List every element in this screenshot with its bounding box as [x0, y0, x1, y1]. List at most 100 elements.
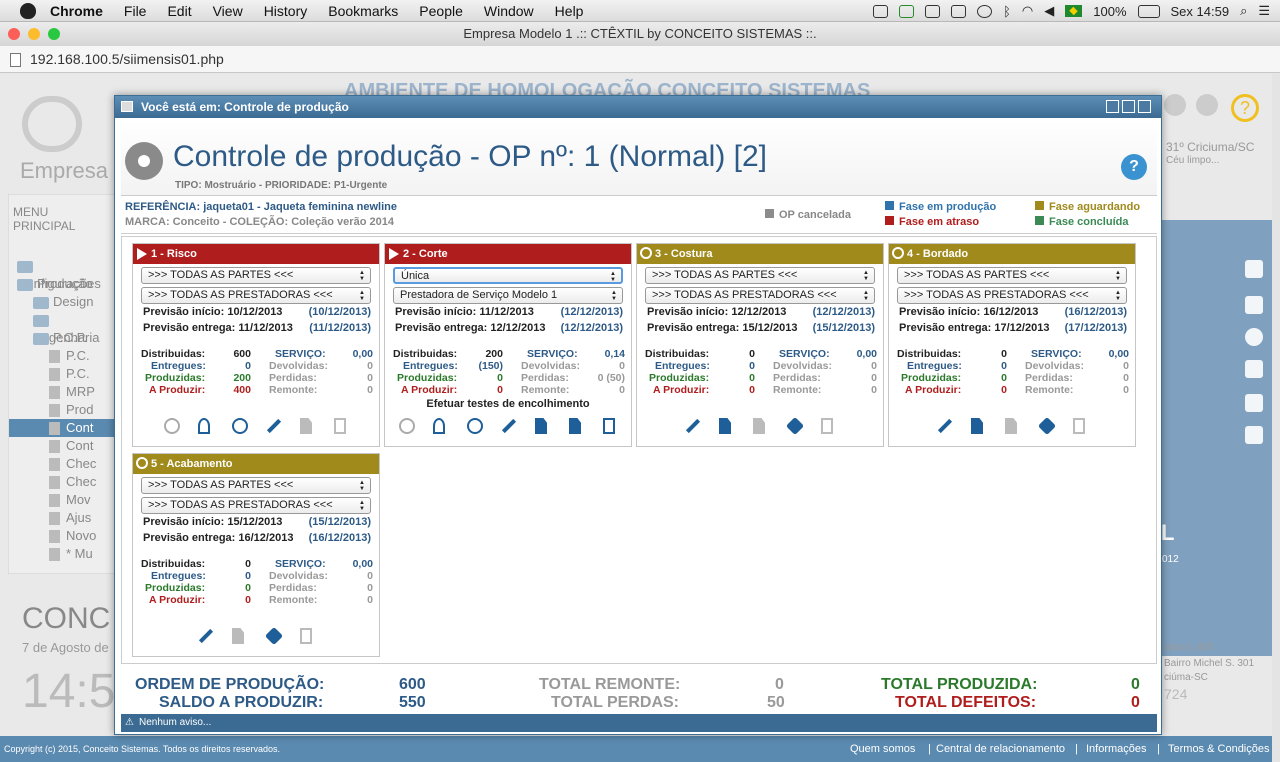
notification-center-icon[interactable]: ☰ — [1258, 3, 1270, 19]
spotlight-icon[interactable]: ⌕ — [1240, 3, 1247, 19]
zoom-window-icon[interactable] — [48, 28, 60, 40]
bell-icon[interactable] — [1245, 426, 1263, 444]
airplay-icon[interactable] — [951, 4, 967, 18]
volume-icon[interactable]: ◀ — [1044, 3, 1054, 19]
providers-select[interactable]: >>> TODAS AS PRESTADORAS <<< ▲ ▼ — [141, 287, 371, 304]
menu-history[interactable]: History — [264, 3, 308, 19]
trash-gray-icon[interactable] — [1073, 418, 1085, 434]
tag-icon[interactable] — [264, 626, 284, 646]
phase-header[interactable]: 1 - Risco — [133, 244, 379, 264]
menu-help[interactable]: Help — [555, 3, 584, 19]
menu-item[interactable]: Engenharia — [9, 311, 115, 345]
document-icon[interactable] — [569, 418, 581, 434]
parts-select[interactable]: Única ▲ ▼ — [393, 267, 623, 284]
menubar-clock[interactable]: Sex 14:59 — [1171, 4, 1230, 19]
tray-icon[interactable] — [899, 4, 915, 18]
url-text[interactable]: 192.168.100.5/siimensis01.php — [30, 51, 224, 67]
menu-item[interactable]: Novo — [9, 527, 115, 545]
footer-link-termos[interactable]: Termos & Condições — [1168, 736, 1270, 762]
document-gray-icon[interactable] — [1005, 418, 1017, 434]
help-question-icon[interactable]: ? — [1231, 94, 1259, 122]
search-icon[interactable] — [232, 418, 248, 434]
globe-icon[interactable] — [164, 418, 180, 434]
menu-item[interactable]: Design — [9, 293, 115, 311]
menu-item[interactable]: P.C. — [9, 365, 115, 383]
document-icon[interactable] — [719, 418, 731, 434]
menu-window[interactable]: Window — [484, 3, 534, 19]
wifi-icon[interactable]: ◠ — [1022, 3, 1033, 19]
trash-gray-icon[interactable] — [300, 628, 312, 644]
footer-link-central[interactable]: Central de relacionamento — [936, 736, 1065, 762]
tag-icon[interactable] — [785, 416, 805, 436]
minimize-window-icon[interactable] — [28, 28, 40, 40]
globe-icon[interactable] — [399, 418, 415, 434]
menu-item[interactable]: Chec — [9, 473, 115, 491]
time-machine-icon[interactable] — [977, 4, 993, 18]
pencil-icon[interactable] — [685, 418, 701, 434]
close-dialog-button[interactable] — [1138, 100, 1151, 113]
save-icon[interactable] — [1196, 94, 1218, 116]
menu-item[interactable]: P.C. — [9, 347, 115, 365]
trash-gray-icon[interactable] — [821, 418, 833, 434]
menu-view[interactable]: View — [213, 3, 243, 19]
close-window-icon[interactable] — [8, 28, 20, 40]
document-gray-icon[interactable] — [232, 628, 244, 644]
providers-select[interactable]: >>> TODAS AS PRESTADORAS <<< ▲ ▼ — [645, 287, 875, 304]
footer-link-quem-somos[interactable]: Quem somos — [850, 736, 915, 762]
menu-item[interactable]: * Mu — [9, 545, 115, 563]
menu-people[interactable]: People — [419, 3, 463, 19]
menu-app[interactable]: Chrome — [50, 3, 103, 19]
brazil-flag-icon[interactable] — [1065, 5, 1083, 17]
menu-item[interactable]: Cont — [9, 419, 115, 437]
menu-item[interactable]: P.C.P. — [9, 329, 115, 347]
pencil-icon[interactable] — [937, 418, 953, 434]
bluetooth-icon[interactable]: ᛒ — [1003, 4, 1011, 19]
maximize-dialog-button[interactable] — [1122, 100, 1135, 113]
help-button[interactable]: ? — [1121, 154, 1147, 180]
menu-file[interactable]: File — [124, 3, 147, 19]
page-scrollbar[interactable] — [1272, 74, 1280, 762]
parts-select[interactable]: >>> TODAS AS PARTES <<< ▲ ▼ — [645, 267, 875, 284]
providers-select[interactable]: >>> TODAS AS PRESTADORAS <<< ▲ ▼ — [897, 287, 1127, 304]
menu-item[interactable]: Configurações — [9, 257, 115, 291]
providers-select[interactable]: >>> TODAS AS PRESTADORAS <<< ▲ ▼ — [141, 497, 371, 514]
footer-link-informacoes[interactable]: Informações — [1086, 736, 1147, 762]
menu-item[interactable]: Mov — [9, 491, 115, 509]
phase-header[interactable]: 5 - Acabamento — [133, 454, 379, 474]
menu-item[interactable]: MRP — [9, 383, 115, 401]
phase-header[interactable]: 2 - Corte — [385, 244, 631, 264]
address-bar[interactable]: 192.168.100.5/siimensis01.php — [0, 46, 1280, 73]
menu-item[interactable]: Produção — [9, 275, 115, 293]
providers-select[interactable]: Prestadora de Serviço Modelo 1 ▲ ▼ — [393, 287, 623, 304]
basket-icon[interactable] — [1245, 394, 1263, 412]
monitor-icon[interactable] — [1245, 296, 1263, 314]
menu-item[interactable]: Ajus — [9, 509, 115, 527]
battery-icon[interactable] — [1137, 4, 1160, 18]
trash-gray-icon[interactable] — [334, 418, 346, 434]
phase-header[interactable]: 4 - Bordado — [889, 244, 1135, 264]
pencil-icon[interactable] — [501, 418, 517, 434]
document-icon[interactable] — [535, 418, 547, 434]
document-gray-icon[interactable] — [300, 418, 312, 434]
menu-edit[interactable]: Edit — [167, 3, 191, 19]
phase-header[interactable]: 3 - Costura — [637, 244, 883, 264]
settings-gear-icon[interactable] — [1245, 328, 1263, 346]
pencil-icon[interactable] — [266, 418, 282, 434]
tag-icon[interactable] — [1037, 416, 1057, 436]
menu-item[interactable]: Cont — [9, 437, 115, 455]
tray-icon[interactable] — [873, 4, 889, 18]
search-icon[interactable] — [467, 418, 483, 434]
document-icon[interactable] — [971, 418, 983, 434]
document-gray-icon[interactable] — [753, 418, 765, 434]
minimize-dialog-button[interactable] — [1106, 100, 1119, 113]
calendar-icon[interactable] — [1245, 360, 1263, 378]
parts-select[interactable]: >>> TODAS AS PARTES <<< ▲ ▼ — [141, 267, 371, 284]
scissors-icon[interactable] — [433, 418, 445, 434]
tray-icon[interactable] — [925, 4, 941, 18]
parts-select[interactable]: >>> TODAS AS PARTES <<< ▲ ▼ — [141, 477, 371, 494]
menu-item[interactable]: Chec — [9, 455, 115, 473]
apple-icon[interactable] — [20, 2, 36, 19]
pencil-icon[interactable] — [198, 628, 214, 644]
menu-item[interactable]: Prod — [9, 401, 115, 419]
rss-icon[interactable] — [1164, 94, 1186, 116]
